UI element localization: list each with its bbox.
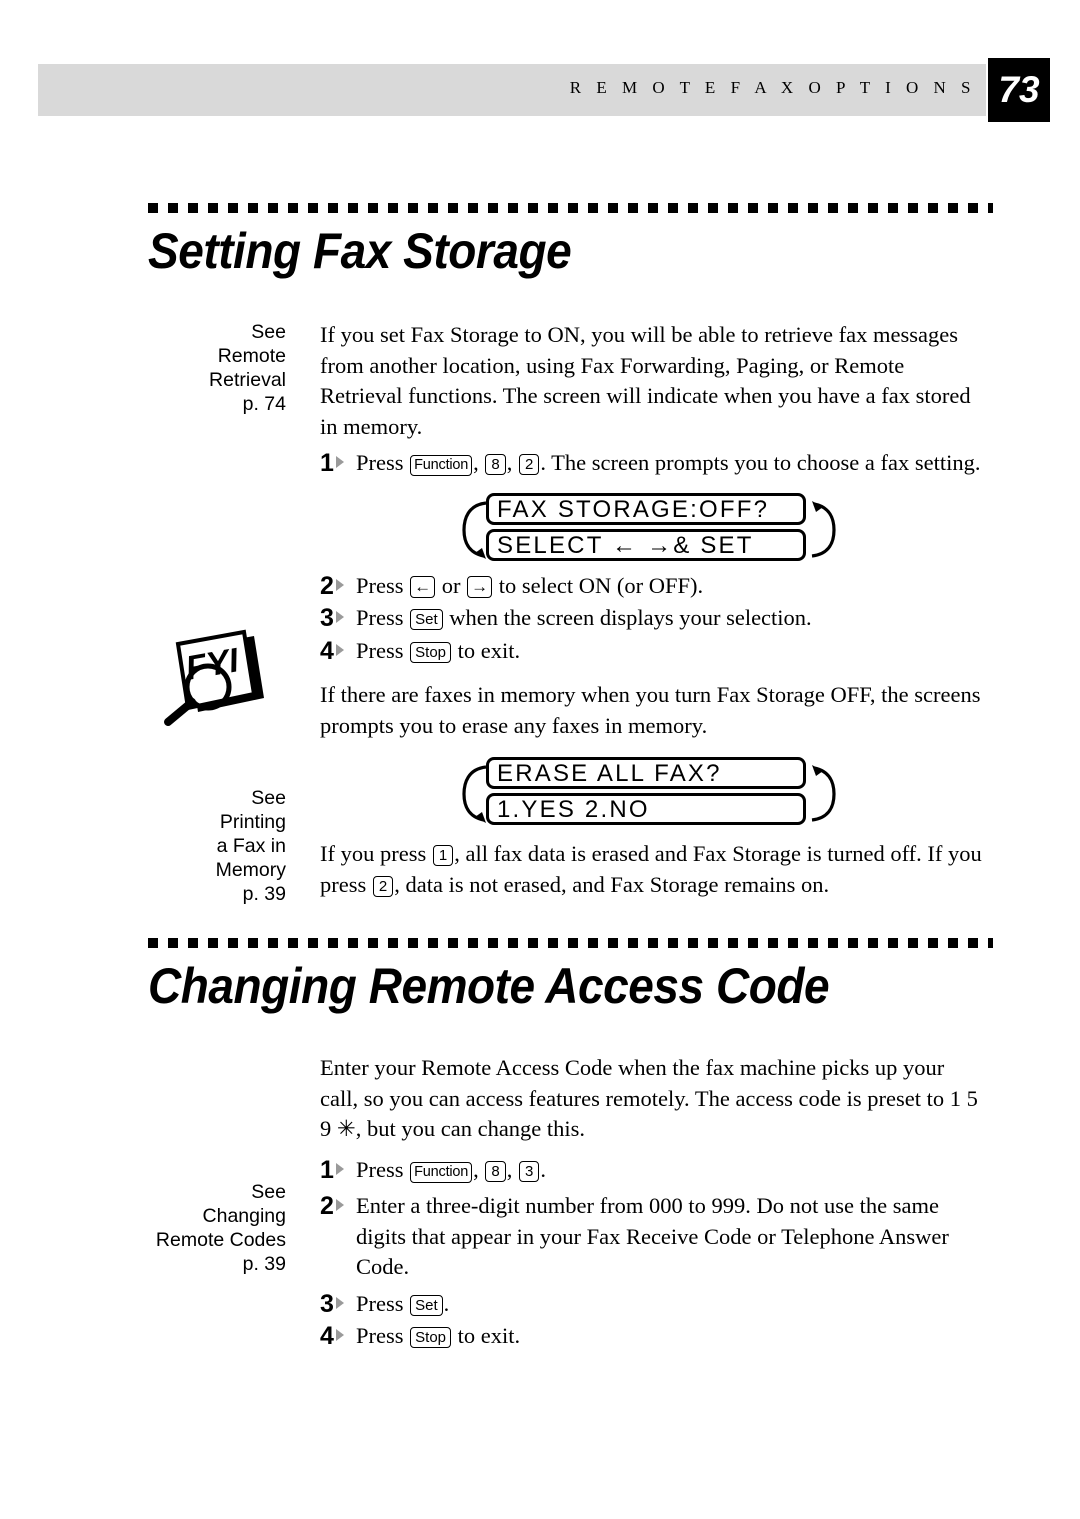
- comma: ,: [473, 1156, 479, 1182]
- header-title: R E M O T E F A X O P T I O N S: [569, 78, 976, 97]
- section-title: Changing Remote Access Code: [148, 958, 830, 1014]
- fyi-paragraph: If there are faxes in memory when you tu…: [320, 682, 981, 738]
- comma: ,: [473, 450, 479, 475]
- lcd-line-1: FAX STORAGE:OFF?: [486, 492, 806, 525]
- step-4: 4 Press Stop to exit.: [320, 636, 985, 667]
- step-number: 4: [320, 1321, 356, 1351]
- step-2: 2 Enter a three-digit number from 000 to…: [320, 1191, 985, 1283]
- section-rule: [148, 203, 993, 213]
- step-triangle-icon: [335, 1329, 344, 1341]
- step-1: 1 Press Function, 8, 3.: [320, 1155, 985, 1186]
- step-tail: . The screen prompts you to choose a fax…: [540, 450, 981, 475]
- step-triangle-icon: [335, 1199, 344, 1211]
- key-set[interactable]: Set: [410, 609, 443, 630]
- step-triangle-icon: [335, 456, 344, 468]
- step-3: 3 Press Set when the screen displays you…: [320, 603, 985, 634]
- press-label: Press: [356, 1323, 404, 1348]
- asterisk-symbol: ✳: [336, 1116, 356, 1141]
- lcd-line-2: SELECT ← →& SET: [486, 528, 806, 561]
- key-stop[interactable]: Stop: [410, 1327, 451, 1348]
- key-1[interactable]: 1: [432, 845, 454, 866]
- press-label: Press: [356, 450, 404, 475]
- step-triangle-icon: [335, 611, 344, 623]
- section-rule: [148, 938, 993, 948]
- section-setting-fax-storage: Setting Fax Storage: [148, 203, 1028, 278]
- step-tail: when the screen displays your selection.: [449, 605, 812, 630]
- outro-text-a: If you press: [320, 841, 427, 866]
- step-number: 1: [320, 1155, 356, 1185]
- step-tail: .: [443, 1290, 450, 1316]
- lcd-line-1: ERASE ALL FAX?: [486, 757, 806, 789]
- lcd-display-fax-storage: FAX STORAGE:OFF? SELECT ← →& SET: [460, 492, 880, 565]
- step-text: Press Stop to exit.: [356, 1321, 985, 1352]
- step-text: Press Function, 8, 2. The screen prompts…: [356, 448, 985, 479]
- press-label: Press: [356, 1156, 404, 1182]
- step-tail: to exit.: [457, 637, 521, 663]
- step-number: 4: [320, 636, 356, 666]
- outro-paragraph: If you press 1, all fax data is erased a…: [320, 839, 985, 900]
- loop-arrow-right-icon: [811, 500, 836, 558]
- margin-note-text: See Changing Remote Codes p. 39: [155, 1181, 286, 1275]
- step-text: Press Set.: [356, 1289, 985, 1320]
- step-number: 2: [320, 1191, 356, 1221]
- key-right-arrow[interactable]: →: [467, 575, 493, 598]
- step-tail: to select ON (or OFF).: [498, 572, 704, 598]
- section-changing-remote-access-code: Changing Remote Access Code: [148, 938, 1028, 1013]
- step-triangle-icon: [335, 1162, 344, 1175]
- key-2[interactable]: 2: [519, 454, 540, 475]
- margin-note-changing-remote-codes: See Changing Remote Codes p. 39: [118, 1180, 286, 1276]
- margin-note-text: See Printing a Fax in Memory p. 39: [215, 787, 286, 905]
- step-tail: to exit.: [457, 1323, 521, 1348]
- key-function[interactable]: Function: [410, 1161, 473, 1183]
- key-stop[interactable]: Stop: [410, 641, 451, 663]
- margin-note-text: See Remote Retrieval p. 74: [209, 321, 286, 415]
- press-label: Press: [356, 572, 404, 598]
- step-3: 3 Press Set.: [320, 1289, 985, 1320]
- margin-note-printing-a-fax: See Printing a Fax in Memory p. 39: [118, 786, 286, 906]
- step-4: 4 Press Stop to exit.: [320, 1321, 985, 1352]
- comma: ,: [506, 1156, 513, 1182]
- lcd-line-2: 1.YES 2.NO: [486, 793, 806, 825]
- key-set[interactable]: Set: [410, 1294, 443, 1316]
- step-text: Press Stop to exit.: [356, 636, 985, 667]
- key-8[interactable]: 8: [485, 454, 506, 475]
- intro-text-b: , but you can change this.: [355, 1116, 586, 1141]
- intro-paragraph: Enter your Remote Access Code when the f…: [320, 1053, 985, 1145]
- press-label: Press: [356, 637, 404, 663]
- step-text: Enter a three-digit number from 000 to 9…: [356, 1193, 949, 1279]
- margin-note-remote-retrieval: See Remote Retrieval p. 74: [118, 320, 286, 416]
- step-tail: .: [540, 1156, 546, 1182]
- outro-text-c: , data is not erased, and Fax Storage re…: [394, 871, 830, 897]
- step-triangle-icon: [335, 578, 344, 591]
- body-column-fax-storage: If you set Fax Storage to ON, you will b…: [320, 320, 985, 900]
- step-number: 2: [320, 571, 356, 601]
- step-triangle-icon: [335, 643, 344, 656]
- step-number: 3: [320, 1289, 356, 1319]
- press-label: Press: [356, 1290, 404, 1316]
- body-column-remote-code: Enter your Remote Access Code when the f…: [320, 1053, 985, 1352]
- step-1: 1 Press Function, 8, 2. The screen promp…: [320, 448, 985, 479]
- step-number: 1: [320, 448, 356, 478]
- key-left-arrow[interactable]: ←: [410, 575, 436, 598]
- lcd-display-erase-all-fax: ERASE ALL FAX? 1.YES 2.NO: [460, 757, 880, 829]
- step-text: Press Function, 8, 3.: [356, 1155, 985, 1186]
- key-3[interactable]: 3: [519, 1160, 540, 1182]
- step-2: 2 Press ← or → to select ON (or OFF).: [320, 571, 985, 602]
- or-label: or: [441, 572, 461, 598]
- page-header: R E M O T E F A X O P T I O N S 73: [38, 58, 1050, 122]
- step-text: Press ← or → to select ON (or OFF).: [356, 571, 985, 602]
- intro-paragraph: If you set Fax Storage to ON, you will b…: [320, 322, 971, 439]
- step-text: Press Set when the screen displays your …: [356, 603, 985, 634]
- key-function[interactable]: Function: [410, 455, 473, 476]
- page-number-badge: 73: [988, 58, 1050, 122]
- section-title: Setting Fax Storage: [148, 223, 572, 279]
- step-number: 3: [320, 603, 356, 633]
- comma: ,: [506, 450, 513, 475]
- key-2[interactable]: 2: [372, 875, 394, 897]
- step-triangle-icon: [335, 1296, 344, 1309]
- loop-arrow-right-icon: [811, 765, 836, 822]
- key-8[interactable]: 8: [485, 1160, 506, 1182]
- press-label: Press: [356, 605, 404, 630]
- fyi-icon: FYI: [158, 622, 268, 732]
